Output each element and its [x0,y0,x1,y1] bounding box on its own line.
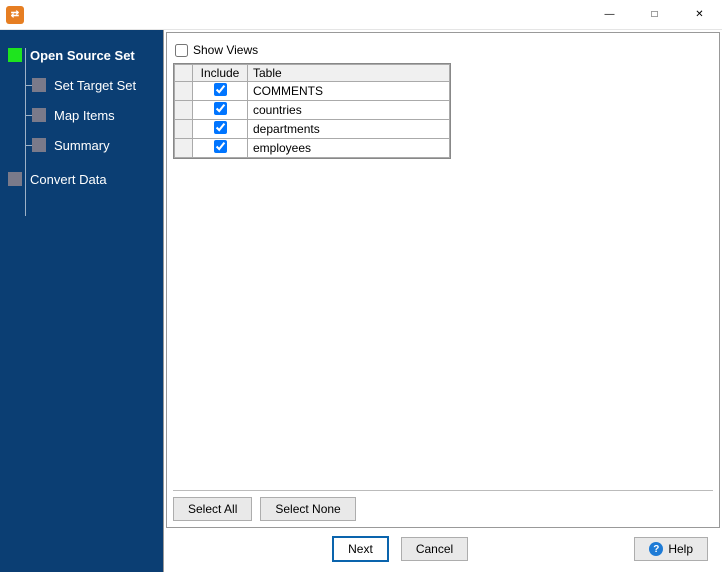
sidebar-item-map-items[interactable]: Map Items [0,100,163,130]
help-button[interactable]: ? Help [634,537,708,561]
wizard-sidebar: Open Source Set Set Target Set Map Items… [0,30,163,572]
row-handle-header [175,65,193,82]
wizard-footer: Next Cancel ? Help [164,530,722,572]
sidebar-item-label: Convert Data [30,172,107,187]
next-button[interactable]: Next [332,536,389,562]
row-handle[interactable] [175,139,193,158]
select-none-button[interactable]: Select None [260,497,355,521]
table-name-cell[interactable]: employees [248,139,450,158]
sidebar-item-label: Map Items [54,108,115,123]
table-header-row: Include Table [175,65,450,82]
sidebar-item-convert-data[interactable]: Convert Data [0,164,163,194]
tables-grid: Include Table COMMENTS c [173,63,451,159]
cancel-button[interactable]: Cancel [401,537,468,561]
include-checkbox[interactable] [214,121,227,134]
window-controls: — □ ✕ [587,0,722,29]
step-marker-icon [32,108,46,122]
row-handle[interactable] [175,120,193,139]
include-header: Include [193,65,248,82]
table-row[interactable]: COMMENTS [175,82,450,101]
maximize-button[interactable]: □ [632,0,677,29]
help-icon: ? [649,542,663,556]
table-row[interactable]: employees [175,139,450,158]
content-area: Show Views Include Table [163,30,722,572]
titlebar: ⇄ — □ ✕ [0,0,722,30]
select-all-button[interactable]: Select All [173,497,252,521]
table-name-header: Table [248,65,450,82]
include-checkbox[interactable] [214,102,227,115]
sidebar-item-summary[interactable]: Summary [0,130,163,160]
sidebar-item-label: Open Source Set [30,48,135,63]
close-button[interactable]: ✕ [677,0,722,29]
show-views-row: Show Views [173,43,713,57]
row-handle[interactable] [175,101,193,120]
table-row[interactable]: countries [175,101,450,120]
table-row[interactable]: departments [175,120,450,139]
sidebar-item-label: Set Target Set [54,78,136,93]
selection-button-row: Select All Select None [173,490,713,521]
step-marker-icon [8,172,22,186]
show-views-label: Show Views [193,43,258,57]
table-name-cell[interactable]: countries [248,101,450,120]
include-checkbox[interactable] [214,83,227,96]
help-label: Help [668,542,693,556]
step-marker-icon [32,138,46,152]
minimize-button[interactable]: — [587,0,632,29]
show-views-checkbox[interactable] [175,44,188,57]
step-marker-icon [32,78,46,92]
table-name-cell[interactable]: departments [248,120,450,139]
row-handle[interactable] [175,82,193,101]
sidebar-item-set-target-set[interactable]: Set Target Set [0,70,163,100]
step-marker-icon [8,48,22,62]
sidebar-item-label: Summary [54,138,110,153]
include-checkbox[interactable] [214,140,227,153]
sidebar-item-open-source-set[interactable]: Open Source Set [0,40,163,70]
app-icon: ⇄ [6,6,24,24]
main-pane: Show Views Include Table [166,32,720,528]
table-name-cell[interactable]: COMMENTS [248,82,450,101]
